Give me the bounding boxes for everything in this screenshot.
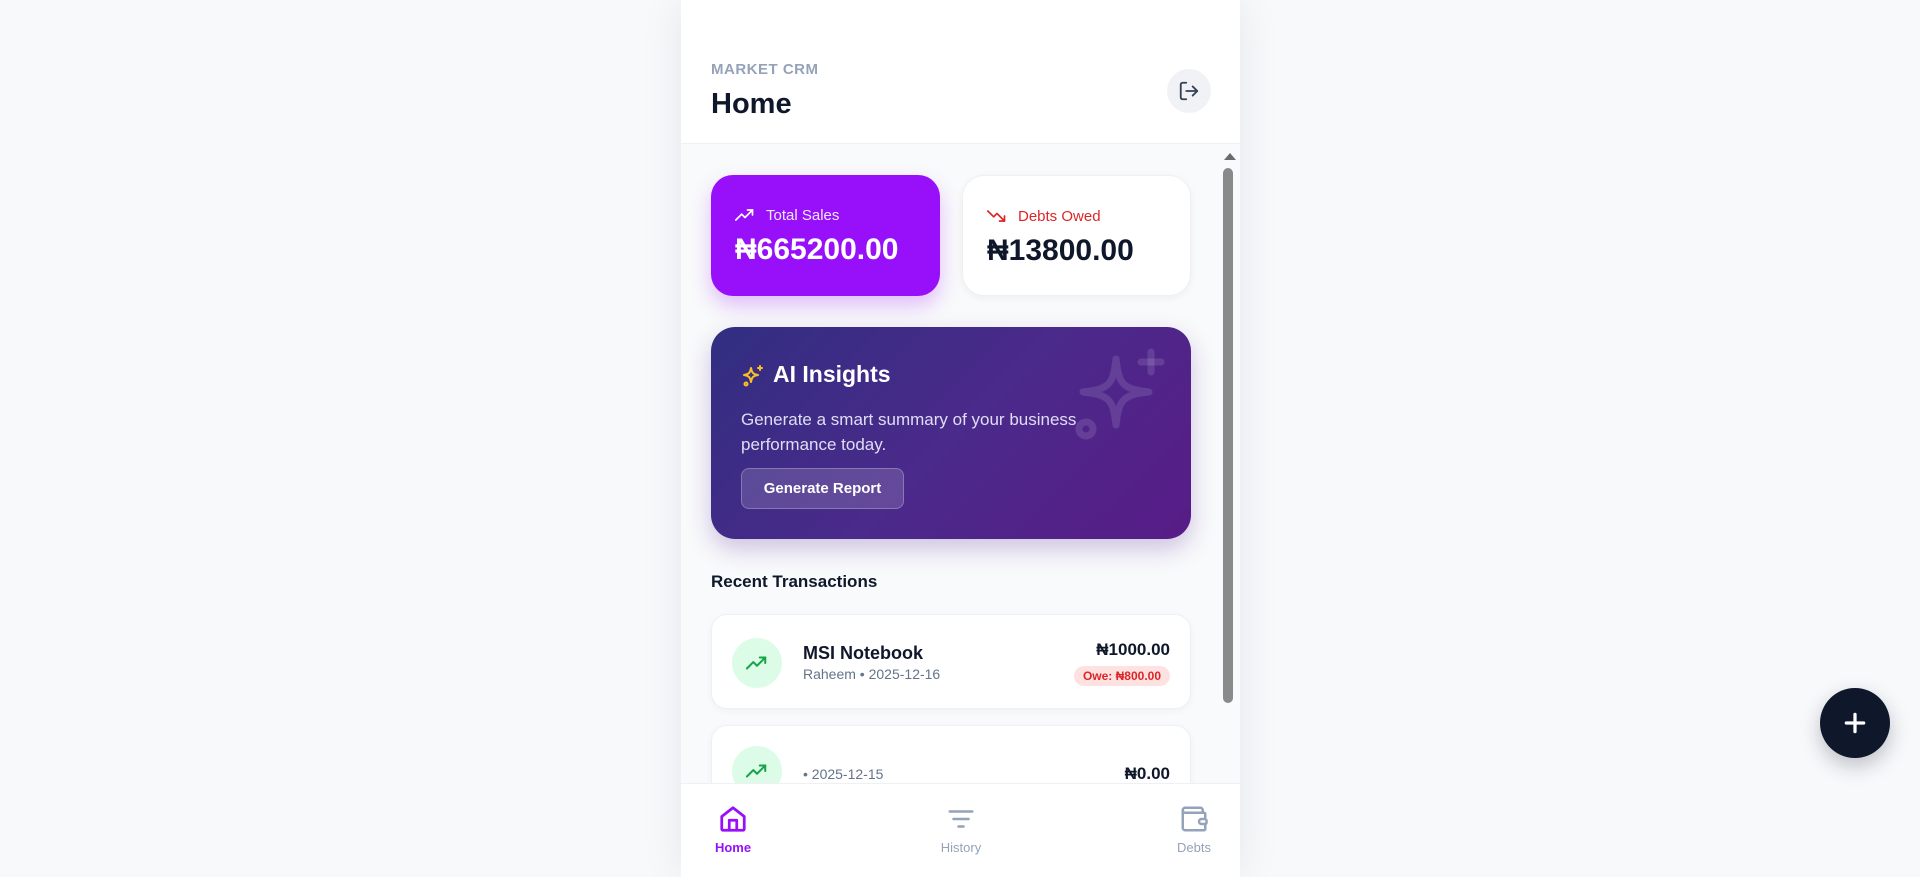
total-sales-value: ₦665200.00 [735, 233, 899, 266]
transaction-item[interactable]: MSI Notebook Raheem • 2025-12-16 ₦1000.0… [711, 614, 1191, 709]
debts-owed-label: Debts Owed [1018, 208, 1101, 225]
logout-button[interactable] [1167, 69, 1211, 113]
total-sales-label: Total Sales [766, 207, 840, 224]
transaction-name: MSI Notebook [803, 643, 923, 663]
transaction-amount: ₦0.00 [1124, 764, 1170, 783]
nav-debts-label: Debts [1177, 840, 1211, 855]
logout-icon [1179, 81, 1199, 101]
home-icon [720, 806, 746, 832]
transaction-icon-wrap [732, 638, 782, 688]
scroll-up-arrow[interactable] [1224, 153, 1236, 160]
nav-history-label: History [940, 840, 982, 855]
nav-home-label: Home [714, 840, 752, 855]
ai-insights-card: AI Insights Generate a smart summary of … [711, 327, 1191, 539]
plus-icon [1844, 712, 1866, 734]
generate-report-button[interactable]: Generate Report [741, 468, 904, 509]
total-sales-card: Total Sales ₦665200.00 [711, 175, 940, 296]
bottom-nav: Home History Debts [681, 783, 1240, 877]
ai-insights-description: Generate a smart summary of your busines… [741, 410, 1077, 454]
scroll-content[interactable]: Total Sales ₦665200.00 Debts Owed ₦13800… [681, 145, 1240, 783]
recent-transactions-title: Recent Transactions [711, 572, 878, 591]
transaction-item[interactable]: • 2025-12-15 ₦0.00 [711, 725, 1191, 783]
wallet-icon [1181, 806, 1208, 832]
nav-history[interactable]: History [921, 804, 1001, 855]
ai-insights-title: AI Insights [773, 361, 891, 387]
brand-label: MARKET CRM [711, 61, 819, 78]
filter-lines-icon [948, 810, 974, 828]
page-title: Home [711, 88, 792, 120]
scroll-thumb[interactable] [1223, 168, 1233, 703]
debts-owed-card: Debts Owed ₦13800.00 [962, 175, 1191, 296]
trending-up-icon [746, 764, 767, 778]
transaction-amount: ₦1000.00 [1096, 640, 1170, 659]
nav-home[interactable]: Home [693, 804, 773, 855]
sparkles-icon [743, 365, 763, 387]
transaction-meta: • 2025-12-15 [803, 766, 884, 782]
app-header: MARKET CRM Home [681, 0, 1240, 144]
debts-owed-value: ₦13800.00 [987, 234, 1134, 267]
transaction-meta: Raheem • 2025-12-16 [803, 666, 941, 682]
trending-down-icon [987, 210, 1006, 222]
transaction-icon-wrap [732, 746, 782, 783]
nav-debts[interactable]: Debts [1154, 804, 1234, 855]
trending-up-icon [746, 656, 767, 670]
trending-up-icon [735, 209, 754, 221]
scrollbar[interactable] [1221, 153, 1236, 773]
owe-badge: Owe: ₦800.00 [1073, 666, 1170, 686]
app-shell: MARKET CRM Home Total Sales ₦665200.00 D… [681, 0, 1240, 877]
add-transaction-button[interactable] [1820, 688, 1890, 758]
